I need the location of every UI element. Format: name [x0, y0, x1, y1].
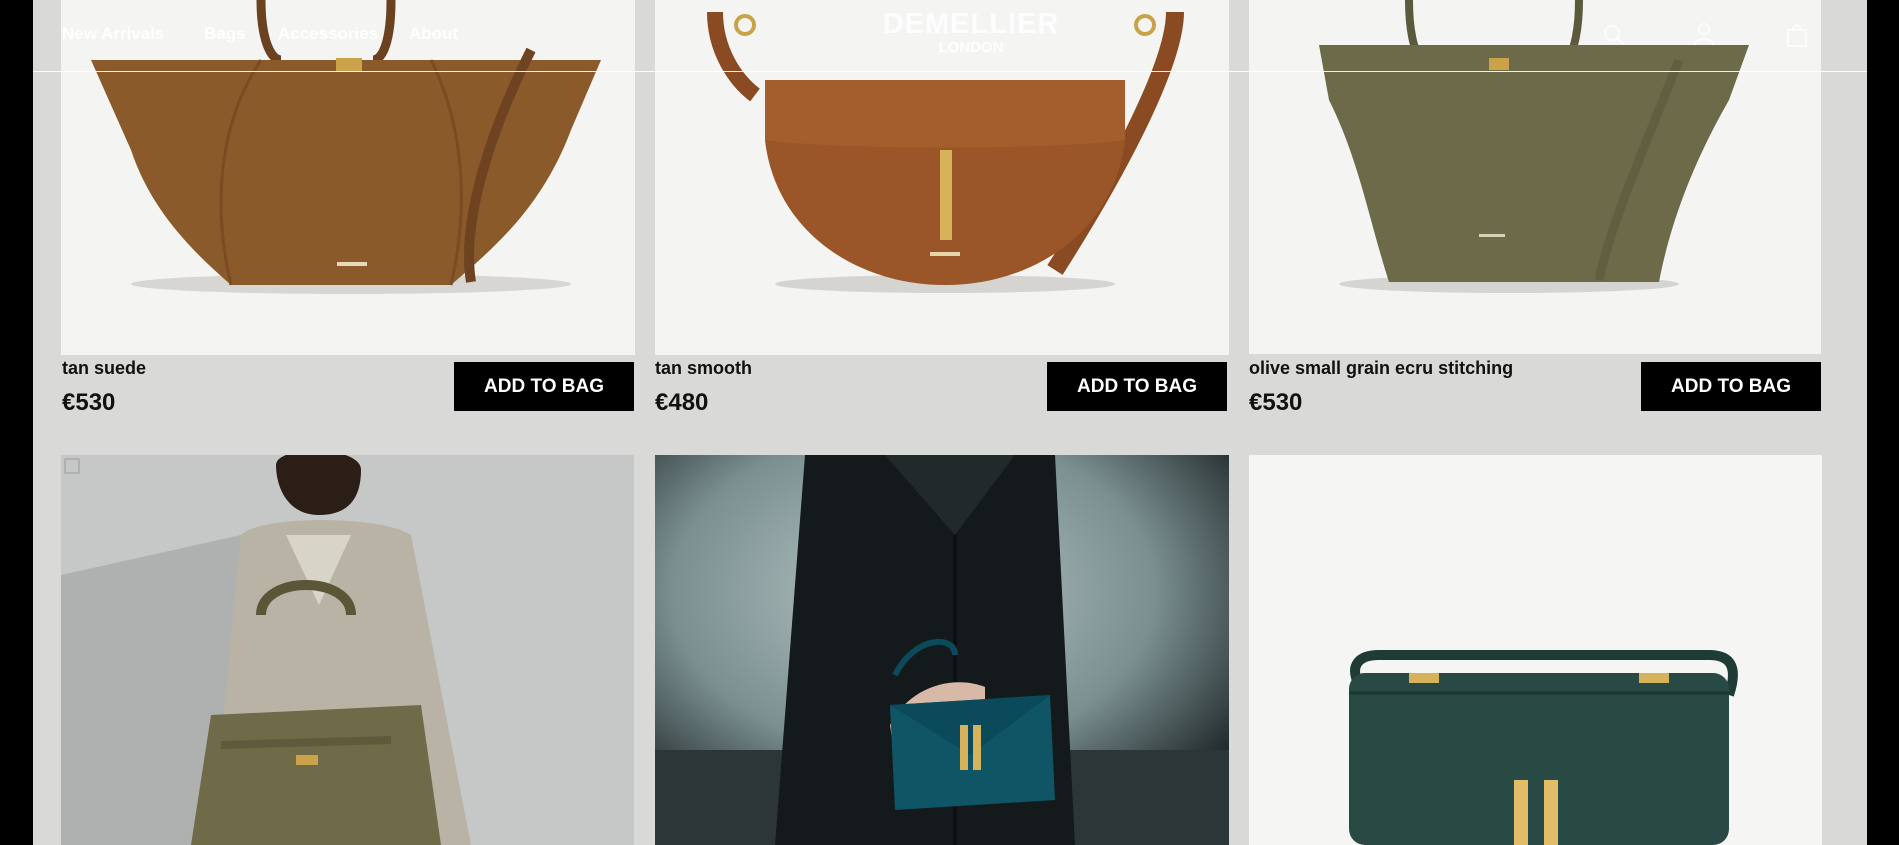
product-price: €530 — [1249, 389, 1303, 416]
brand-location: LONDON — [938, 39, 1004, 56]
header-divider — [33, 71, 1867, 72]
product-image-dark-green-bag[interactable] — [1249, 455, 1822, 845]
lifestyle-image-beige-coat[interactable] — [61, 455, 634, 845]
nav-new-arrivals[interactable]: New Arrivals — [62, 24, 164, 44]
site-header: New Arrivals Bags Accessories About DEME… — [33, 0, 1867, 72]
product-name[interactable]: tan suede — [62, 358, 146, 379]
brand-logo[interactable]: DEMELLIER LONDON — [871, 8, 1071, 56]
product-name[interactable]: olive small grain ecru stitching — [1249, 358, 1513, 379]
product-name[interactable]: tan smooth — [655, 358, 752, 379]
add-to-bag-button[interactable]: ADD TO BAG — [1047, 362, 1227, 411]
lifestyle-image-black-coat[interactable] — [655, 455, 1229, 845]
add-to-bag-button[interactable]: ADD TO BAG — [1641, 362, 1821, 411]
account-icon[interactable] — [1693, 22, 1715, 46]
search-icon[interactable] — [1603, 24, 1625, 46]
add-to-bag-button[interactable]: ADD TO BAG — [454, 362, 634, 411]
nav-bags[interactable]: Bags — [204, 24, 246, 44]
product-listing-page: tan suede €530 ADD TO BAG tan smooth €48… — [33, 0, 1867, 845]
nav-about[interactable]: About — [409, 24, 458, 44]
product-price: €480 — [655, 389, 709, 416]
nav-accessories[interactable]: Accessories — [278, 24, 378, 44]
brand-name: DEMELLIER — [882, 8, 1060, 40]
product-price: €530 — [62, 389, 116, 416]
bag-icon[interactable] — [1786, 22, 1808, 48]
